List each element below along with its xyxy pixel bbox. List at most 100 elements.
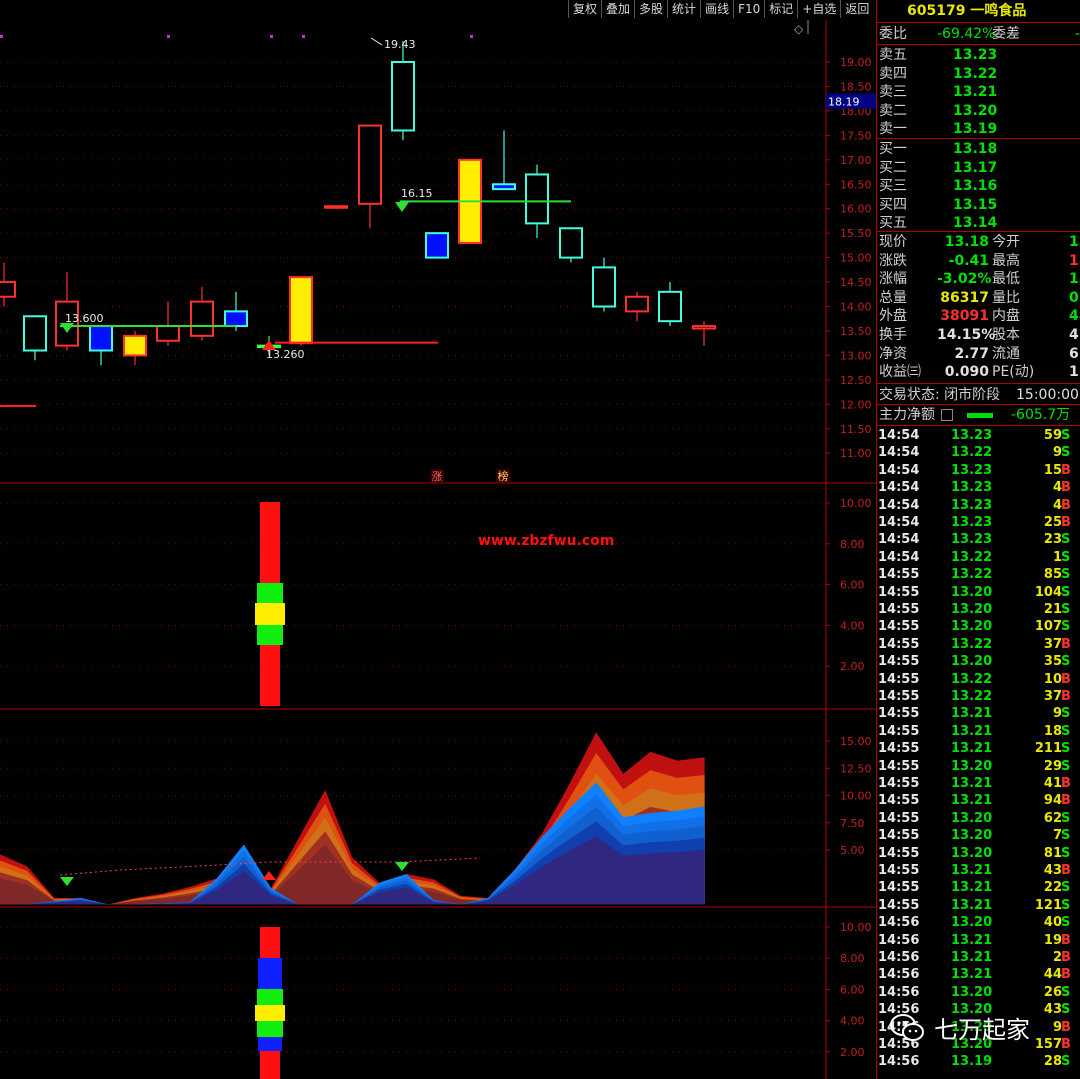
tick-row: 14:55 13.22 85 S [878,567,1071,583]
candle-body [492,183,516,191]
tick-row: 14:55 13.20 104 S [878,584,1071,600]
tick-row: 14:54 13.23 59 S [878,428,1071,443]
candle-body [559,227,583,259]
buy-arrow-icon [262,871,276,880]
diamond-icon: ◇ [794,22,804,36]
ind2-tick-label: 5.00 [840,844,865,857]
brand-text: 七万起家 [934,1016,1030,1044]
price-tick-label: 15.00 [840,252,872,265]
ind2-tick-label: 15.00 [840,735,872,748]
candle-body [89,325,113,352]
ind2-tick-label: 12.50 [840,762,872,775]
ind3-tick-label: 4.00 [840,1015,865,1028]
tick-row: 14:54 13.23 4 B [878,497,1071,513]
tick-row: 14:55 13.21 18 S [878,723,1071,739]
price-tick-label: 14.00 [840,301,872,314]
stock-name: 一鸣食品 [970,3,1027,19]
price-tick-label: 12.00 [840,398,872,411]
ind3-tick-label: 2.00 [840,1046,865,1059]
stat-waipan: 外盘38091内盘482 [879,308,1080,325]
tag-bang: 榜 [498,469,509,483]
tick-row: 14:55 13.21 9 S [878,706,1071,722]
candle-body [0,281,16,298]
stat-jingzi: 净资2.77流通6100 [879,345,1080,362]
site-watermark: www.zbzfwu.com [478,533,614,549]
brand-watermark: 七万起家 [890,1010,1030,1045]
current-price-label: 18.19 [828,96,860,109]
tick-row: 14:54 13.23 23 S [878,532,1071,548]
candle-body [625,295,649,313]
trade-status: 交易状态: 闭市阶段 15:00:00 [879,387,1079,403]
tick-row: 14:54 13.23 25 B [878,515,1071,530]
price-tick-label: 11.00 [840,447,872,460]
tick-row: 14:55 13.21 43 B [878,863,1071,878]
tag-zhang: 涨 [432,470,443,483]
candle-body [391,61,415,132]
price-tick-label: 13.00 [840,349,872,362]
tick-row: 14:55 13.20 7 S [878,828,1071,844]
ind1-tick-label: 2.00 [840,660,865,673]
price-tick-label: 18.50 [840,80,872,93]
candle-body [224,310,248,328]
price-tick-label: 12.50 [840,374,872,387]
candle-body [358,124,382,205]
tick-row: 14:54 13.23 4 B [878,480,1071,496]
sell-arrow-icon [395,862,409,871]
quote-panel: 605179 一鸣食品 委比 -69.42% 委差 - 卖五 13.23 卖四 13.… [876,0,1080,1079]
candle-body [425,232,449,259]
tick-row: 14:54 13.23 15 B [878,462,1071,478]
signal-dot [0,35,3,38]
ind1-tick-label: 10.00 [840,497,872,510]
tick-row: 14:55 13.20 107 S [878,619,1071,635]
ind3-bar [255,1005,285,1021]
stat-shouyi: 收益㈢0.090PE(动)11 [879,364,1080,381]
ind2-tick-label: 10.00 [840,790,872,803]
price-tick-label: 11.50 [840,423,872,436]
tick-row: 14:55 13.20 35 S [878,654,1071,670]
candle-body [658,290,682,323]
stat-zongliang: 总量 86317 量比 0 [879,289,1079,306]
price-tick-label: 16.50 [840,178,872,191]
buy-level-2: 买二 13.17 [879,159,998,176]
tick-row: 14:55 13.21 211 S [878,741,1071,757]
tick-row: 14:54 13.22 9 S [878,445,1071,461]
price-tick-label: 16.00 [840,203,872,216]
tick-row: 14:56 13.19 28 S [878,1054,1071,1070]
annotation-low: 13.260 [266,348,305,361]
tick-row: 14:55 13.20 21 S [878,602,1071,617]
candle-body [23,315,47,352]
sell-level-3: 卖三 13.21 [879,84,998,101]
ind2-tick-label: 7.50 [840,817,865,830]
detail-icon[interactable] [941,409,954,421]
price-tick-label: 17.50 [840,129,872,142]
ind1-tick-label: 6.00 [840,579,865,592]
signal-dot [470,35,473,38]
net-bar [967,413,993,418]
tick-row: 14:56 13.21 44 B [878,967,1071,983]
annotation-low: 13.600 [65,312,104,325]
tick-row: 14:54 13.22 1 S [878,549,1071,565]
candle-body [190,300,214,337]
candle-body [692,325,716,330]
ind3-tick-label: 6.00 [840,983,865,996]
tick-row: 14:55 13.21 41 B [878,776,1071,791]
tick-row: 14:56 13.20 40 S [878,915,1071,931]
tick-row: 14:55 13.21 22 S [878,880,1071,896]
tick-row: 14:55 13.20 62 S [878,810,1071,826]
stat-zhangfu: 涨幅-3.02%最低13 [879,271,1080,288]
chart-area[interactable]: 19.0018.5018.0017.5017.0016.5016.0015.50… [0,0,876,1079]
sell-level-4: 卖四 13.22 [879,65,998,82]
candle-body [525,173,549,225]
tick-row: 14:55 13.22 10 B [878,671,1071,687]
price-tick-label: 13.50 [840,325,872,338]
candle-body [324,205,348,209]
tick-row: 14:55 13.21 94 B [878,793,1071,809]
tick-row: 14:56 13.20 26 S [878,984,1071,1000]
signal-dot [302,35,305,38]
stat-xianjia: 现价13.18今开13 [879,234,1080,250]
sell-level-1: 卖一 13.19 [879,121,998,138]
buy-level-3: 买三 13.16 [879,178,998,195]
annotation-mid: 16.15 [401,187,433,200]
main-net-row: 主力净额 -605.7万 [879,407,1071,423]
weibi-row: 委比 -69.42% 委差 - [879,26,1080,42]
